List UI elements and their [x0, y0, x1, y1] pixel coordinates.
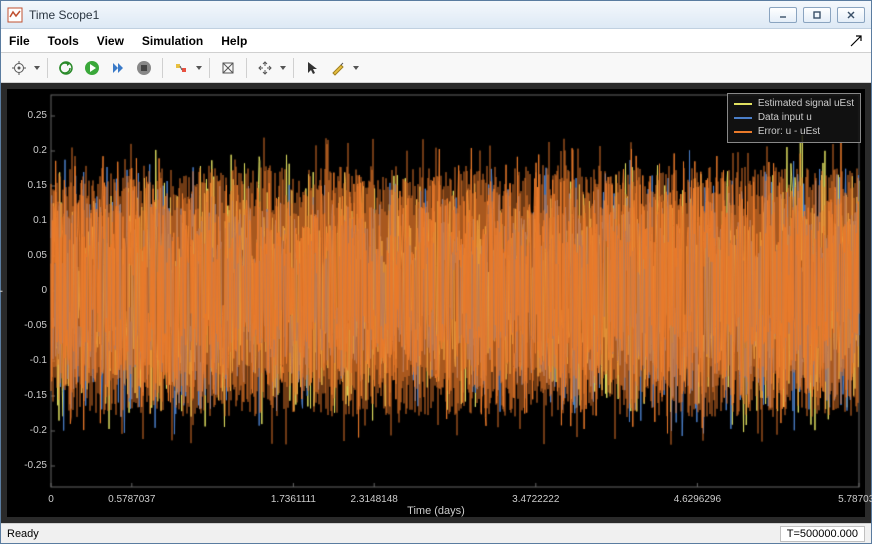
y-tick: 0.25: [15, 110, 47, 121]
highlight-button[interactable]: [169, 56, 193, 80]
y-tick: -0.1: [15, 355, 47, 366]
run-button[interactable]: [80, 56, 104, 80]
toolbar-separator: [209, 58, 210, 78]
dock-icon[interactable]: [849, 34, 863, 48]
toolbar-separator: [246, 58, 247, 78]
close-button[interactable]: [837, 7, 865, 23]
legend-swatch: [734, 131, 752, 133]
toolbar-separator: [47, 58, 48, 78]
menu-help[interactable]: Help: [221, 34, 247, 48]
highlight-dropdown[interactable]: [195, 66, 203, 70]
x-tick: 2.3148148: [351, 494, 398, 505]
maximize-button[interactable]: [803, 7, 831, 23]
menu-bar: File Tools View Simulation Help: [1, 29, 871, 53]
legend[interactable]: Estimated signal uEstData input uError: …: [727, 93, 861, 143]
step-forward-button[interactable]: [106, 56, 130, 80]
status-time: T=500000.000: [780, 526, 865, 542]
menu-view[interactable]: View: [97, 34, 124, 48]
window-buttons: [769, 7, 865, 23]
title-bar: Time Scope1: [1, 1, 871, 29]
x-tick: 0.5787037: [108, 494, 155, 505]
scope-plot[interactable]: Amplitude Time (days) -0.25-0.2-0.15-0.1…: [7, 89, 865, 517]
x-tick: 4.6296296: [674, 494, 721, 505]
legend-entry[interactable]: Error: u - uEst: [734, 125, 854, 139]
application-window: Time Scope1 File Tools View Simulation H…: [0, 0, 872, 544]
y-tick: 0: [15, 285, 47, 296]
y-tick: 0.05: [15, 250, 47, 261]
menu-file[interactable]: File: [9, 34, 30, 48]
toolbar-separator: [293, 58, 294, 78]
menu-simulation[interactable]: Simulation: [142, 34, 203, 48]
status-bar: Ready T=500000.000: [1, 523, 871, 543]
signal-canvas: [7, 89, 865, 517]
y-axis-label: Amplitude: [0, 260, 3, 309]
stop-button[interactable]: [132, 56, 156, 80]
x-axis-label: Time (days): [407, 505, 465, 517]
y-tick: 0.15: [15, 180, 47, 191]
y-tick: 0.1: [15, 215, 47, 226]
measurements-dropdown[interactable]: [352, 66, 360, 70]
settings-button[interactable]: [7, 56, 31, 80]
y-tick: -0.05: [15, 320, 47, 331]
legend-label: Error: u - uEst: [758, 125, 820, 139]
settings-dropdown[interactable]: [33, 66, 41, 70]
toolbar-separator: [162, 58, 163, 78]
step-back-button[interactable]: [54, 56, 78, 80]
app-icon: [7, 7, 23, 23]
zoom-reset-button[interactable]: [216, 56, 240, 80]
legend-entry[interactable]: Estimated signal uEst: [734, 97, 854, 111]
autoscale-button[interactable]: [253, 56, 277, 80]
minimize-button[interactable]: [769, 7, 797, 23]
legend-swatch: [734, 117, 752, 119]
status-text: Ready: [7, 528, 780, 540]
menu-tools[interactable]: Tools: [48, 34, 79, 48]
plot-area: Amplitude Time (days) -0.25 -0.2 -0.15 -0.1…: [1, 83, 871, 523]
window-title: Time Scope1: [29, 8, 769, 22]
legend-swatch: [734, 103, 752, 105]
y-tick: 0.2: [15, 145, 47, 156]
x-tick: 1.7361111: [271, 494, 316, 505]
legend-entry[interactable]: Data input u: [734, 111, 854, 125]
y-tick: -0.2: [15, 425, 47, 436]
cursor-button[interactable]: [300, 56, 324, 80]
y-tick: -0.15: [15, 390, 47, 401]
legend-label: Data input u: [758, 111, 812, 125]
autoscale-dropdown[interactable]: [279, 66, 287, 70]
x-tick: 0: [48, 494, 54, 505]
y-tick: -0.25: [15, 460, 47, 471]
measurements-button[interactable]: [326, 56, 350, 80]
x-tick: 3.4722222: [512, 494, 559, 505]
toolbar: [1, 53, 871, 83]
legend-label: Estimated signal uEst: [758, 97, 854, 111]
x-tick: 5.787037: [838, 494, 872, 505]
